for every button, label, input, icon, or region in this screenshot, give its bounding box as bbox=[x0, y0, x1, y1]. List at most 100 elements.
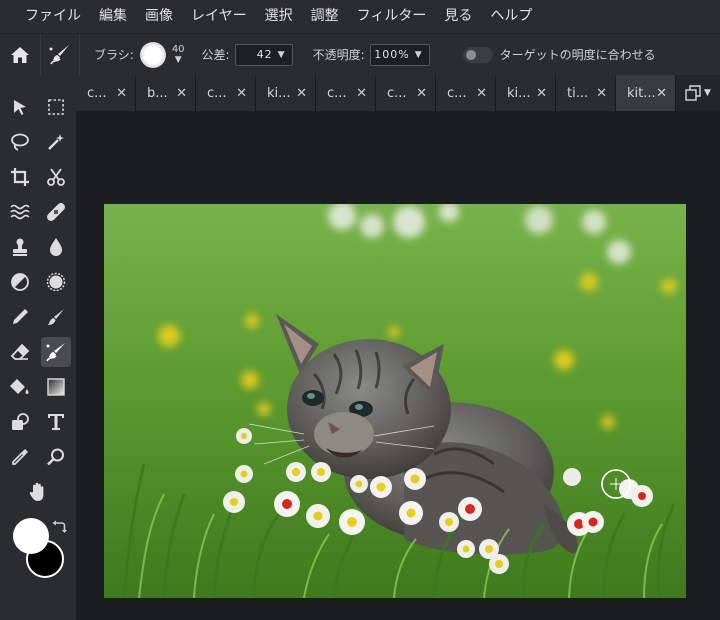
close-icon[interactable]: ✕ bbox=[656, 86, 667, 101]
document-tabs: c... ✕ b... ✕ c... ✕ ki... ✕ c... ✕ c... ✕ c..… bbox=[76, 75, 720, 111]
tab-label: ki... bbox=[267, 85, 291, 101]
menu-layer[interactable]: レイヤー bbox=[182, 0, 256, 33]
menu-view[interactable]: 見る bbox=[435, 0, 481, 33]
bandage-icon bbox=[47, 203, 65, 221]
canvas-area[interactable] bbox=[76, 111, 720, 620]
tolerance-field[interactable]: 42 ▼ bbox=[234, 43, 293, 66]
tab-label: c... bbox=[327, 85, 347, 101]
tab-label: c... bbox=[387, 85, 407, 101]
shapes-icon bbox=[12, 413, 29, 430]
tab-label: c... bbox=[207, 85, 227, 101]
magic-wand-icon bbox=[48, 134, 64, 150]
foreground-color-swatch[interactable] bbox=[13, 518, 49, 554]
current-tool-indicator bbox=[40, 33, 80, 76]
blur-tool[interactable] bbox=[41, 232, 71, 262]
paint-bucket-tool[interactable] bbox=[5, 372, 35, 402]
opacity-field[interactable]: 100% ▼ bbox=[369, 43, 430, 66]
crop-tool[interactable] bbox=[5, 162, 35, 192]
move-arrow-icon bbox=[14, 100, 26, 115]
marquee-icon bbox=[48, 99, 64, 115]
shape-tool[interactable] bbox=[5, 407, 35, 437]
zoom-tool[interactable] bbox=[41, 442, 71, 472]
liquify-tool[interactable] bbox=[5, 197, 35, 227]
crop-icon bbox=[11, 168, 29, 186]
lasso-tool[interactable] bbox=[5, 127, 35, 157]
clone-stamp-tool[interactable] bbox=[5, 232, 35, 262]
stamp-icon bbox=[13, 238, 27, 256]
waves-icon bbox=[10, 204, 30, 220]
hand-icon bbox=[29, 482, 44, 501]
document-tab[interactable]: c... ✕ bbox=[376, 75, 436, 111]
magic-wand-tool[interactable] bbox=[41, 127, 71, 157]
document-tab[interactable]: c... ✕ bbox=[76, 75, 136, 111]
arrange-windows-button[interactable]: ▼ bbox=[676, 75, 720, 111]
menu-adjust[interactable]: 調整 bbox=[302, 0, 348, 33]
close-icon[interactable]: ✕ bbox=[536, 86, 547, 101]
document-tab[interactable]: ti... ✕ bbox=[556, 75, 616, 111]
brush-tool[interactable] bbox=[41, 302, 71, 332]
slice-tool[interactable] bbox=[41, 162, 71, 192]
document-tab[interactable]: ki... ✕ bbox=[256, 75, 316, 111]
document-tab[interactable]: c... ✕ bbox=[436, 75, 496, 111]
gradient-tool[interactable] bbox=[41, 372, 71, 402]
document-tab[interactable]: c... ✕ bbox=[316, 75, 376, 111]
swap-colors-button[interactable] bbox=[51, 520, 67, 536]
sponge-icon bbox=[46, 272, 66, 292]
brush-size-picker[interactable]: 40 ▼ bbox=[172, 44, 185, 66]
close-icon[interactable]: ✕ bbox=[116, 86, 127, 101]
chevron-down-icon: ▼ bbox=[704, 88, 711, 98]
hand-tool[interactable] bbox=[23, 477, 53, 507]
eyedropper-icon bbox=[12, 449, 28, 465]
document-tab[interactable]: b... ✕ bbox=[136, 75, 196, 111]
close-icon[interactable]: ✕ bbox=[476, 86, 487, 101]
canvas-image[interactable] bbox=[104, 204, 686, 598]
close-icon[interactable]: ✕ bbox=[416, 86, 427, 101]
eraser-tool[interactable] bbox=[5, 337, 35, 367]
half-circle-icon bbox=[11, 273, 29, 291]
tolerance-label: 公差: bbox=[201, 48, 230, 62]
marquee-tool[interactable] bbox=[41, 92, 71, 122]
document-tab-active[interactable]: kit... ✕ bbox=[616, 75, 676, 111]
tool-options-bar: ブラシ: 40 ▼ 公差: 42 ▼ 不透明度: 100% ▼ ターゲットの明度… bbox=[0, 33, 720, 76]
magnifier-icon bbox=[47, 448, 64, 466]
healing-tool[interactable] bbox=[41, 197, 71, 227]
target-luminance-toggle[interactable] bbox=[462, 46, 493, 63]
eyedropper-tool[interactable] bbox=[5, 442, 35, 472]
scissors-icon bbox=[47, 168, 65, 186]
close-icon[interactable]: ✕ bbox=[296, 86, 307, 101]
color-replace-icon bbox=[49, 44, 69, 64]
eraser-icon bbox=[10, 343, 30, 360]
target-luminance-label: ターゲットの明度に合わせる bbox=[499, 48, 656, 62]
home-button[interactable] bbox=[0, 34, 40, 76]
document-tab[interactable]: ki... ✕ bbox=[496, 75, 556, 111]
sponge-tool[interactable] bbox=[41, 267, 71, 297]
menu-edit[interactable]: 編集 bbox=[90, 0, 136, 33]
document-tab[interactable]: c... ✕ bbox=[196, 75, 256, 111]
dodge-tool[interactable] bbox=[5, 267, 35, 297]
menu-file[interactable]: ファイル bbox=[0, 0, 90, 33]
tab-label: c... bbox=[447, 85, 467, 101]
menu-select[interactable]: 選択 bbox=[256, 0, 302, 33]
toolbar bbox=[0, 75, 76, 620]
color-replace-icon bbox=[46, 343, 65, 362]
brush-label: ブラシ: bbox=[94, 48, 134, 62]
close-icon[interactable]: ✕ bbox=[356, 86, 367, 101]
pencil-tool[interactable] bbox=[5, 302, 35, 332]
chevron-down-icon: ▼ bbox=[277, 49, 286, 60]
close-icon[interactable]: ✕ bbox=[176, 86, 187, 101]
chevron-down-icon: ▼ bbox=[174, 54, 182, 65]
move-tool[interactable] bbox=[5, 92, 35, 122]
menu-filter[interactable]: フィルター bbox=[348, 0, 436, 33]
lasso-icon bbox=[11, 133, 29, 151]
color-replace-tool[interactable] bbox=[41, 337, 71, 367]
menu-help[interactable]: ヘルプ bbox=[481, 0, 541, 33]
menu-image[interactable]: 画像 bbox=[136, 0, 182, 33]
brush-preview[interactable] bbox=[139, 41, 166, 68]
tab-label: kit... bbox=[627, 85, 656, 101]
text-tool[interactable] bbox=[41, 407, 71, 437]
close-icon[interactable]: ✕ bbox=[236, 86, 247, 101]
tab-label: b... bbox=[147, 85, 168, 101]
close-icon[interactable]: ✕ bbox=[596, 86, 607, 101]
text-icon bbox=[48, 414, 64, 430]
drop-icon bbox=[50, 238, 62, 256]
